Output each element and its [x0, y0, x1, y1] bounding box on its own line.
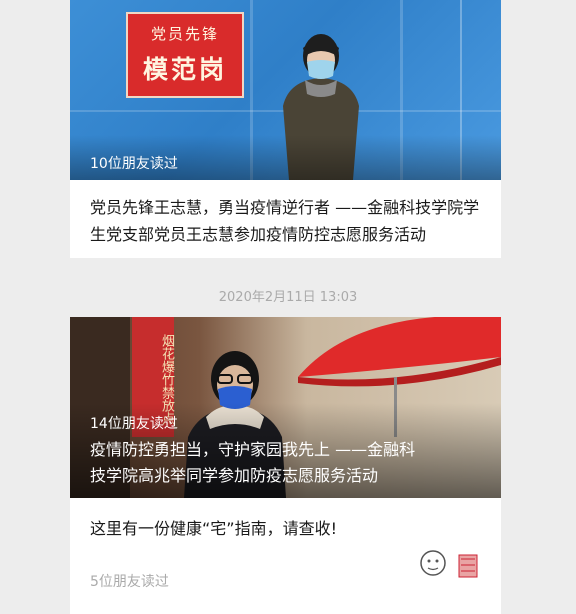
sub-article-title[interactable]: 这里有一份健康“宅”指南，请查收! — [90, 515, 390, 542]
article-cover-image[interactable]: 烟花爆竹禁放点 14位朋友读过 疫情防控勇担当，守护家园我先上 ——金融科 技学… — [70, 317, 501, 498]
sub-article-read-count: 5位朋友读过 — [90, 574, 169, 590]
article-title[interactable]: 党员先锋王志慧，勇当疫情逆行者 ——金融科技学院学生党支部党员王志慧参加疫情防控… — [90, 194, 485, 248]
article-card-1[interactable]: 党员先锋 模范岗 10位朋友读过 党员先锋王志慧，勇当疫情逆行者 ——金融科技学… — [70, 0, 501, 258]
sign-line-2: 模范岗 — [142, 55, 227, 84]
sub-article-item[interactable]: 这里有一份健康“宅”指南，请查收! 5位朋友读过 — [90, 515, 485, 595]
party-sign: 党员先锋 模范岗 — [126, 12, 244, 98]
article-card-2[interactable]: 烟花爆竹禁放点 14位朋友读过 疫情防控勇担当，守护家园我先上 ——金融科 技学… — [70, 317, 501, 614]
article-title-line-2: 技学院高兆举同学参加防疫志愿服务活动 — [90, 466, 379, 485]
read-count: 14位朋友读过 — [90, 416, 178, 432]
date-divider: 2020年2月11日 13:03 — [218, 290, 358, 305]
article-cover-image[interactable]: 党员先锋 模范岗 10位朋友读过 — [70, 0, 501, 180]
read-count: 10位朋友读过 — [90, 156, 178, 172]
sub-article-thumbnail[interactable] — [415, 543, 485, 583]
article-title-line-1: 疫情防控勇担当，守护家园我先上 ——金融科 — [90, 440, 416, 459]
article-title[interactable]: 疫情防控勇担当，守护家园我先上 ——金融科 技学院高兆举同学参加防疫志愿服务活动 — [90, 437, 485, 489]
sign-line-1: 党员先锋 — [150, 25, 219, 43]
